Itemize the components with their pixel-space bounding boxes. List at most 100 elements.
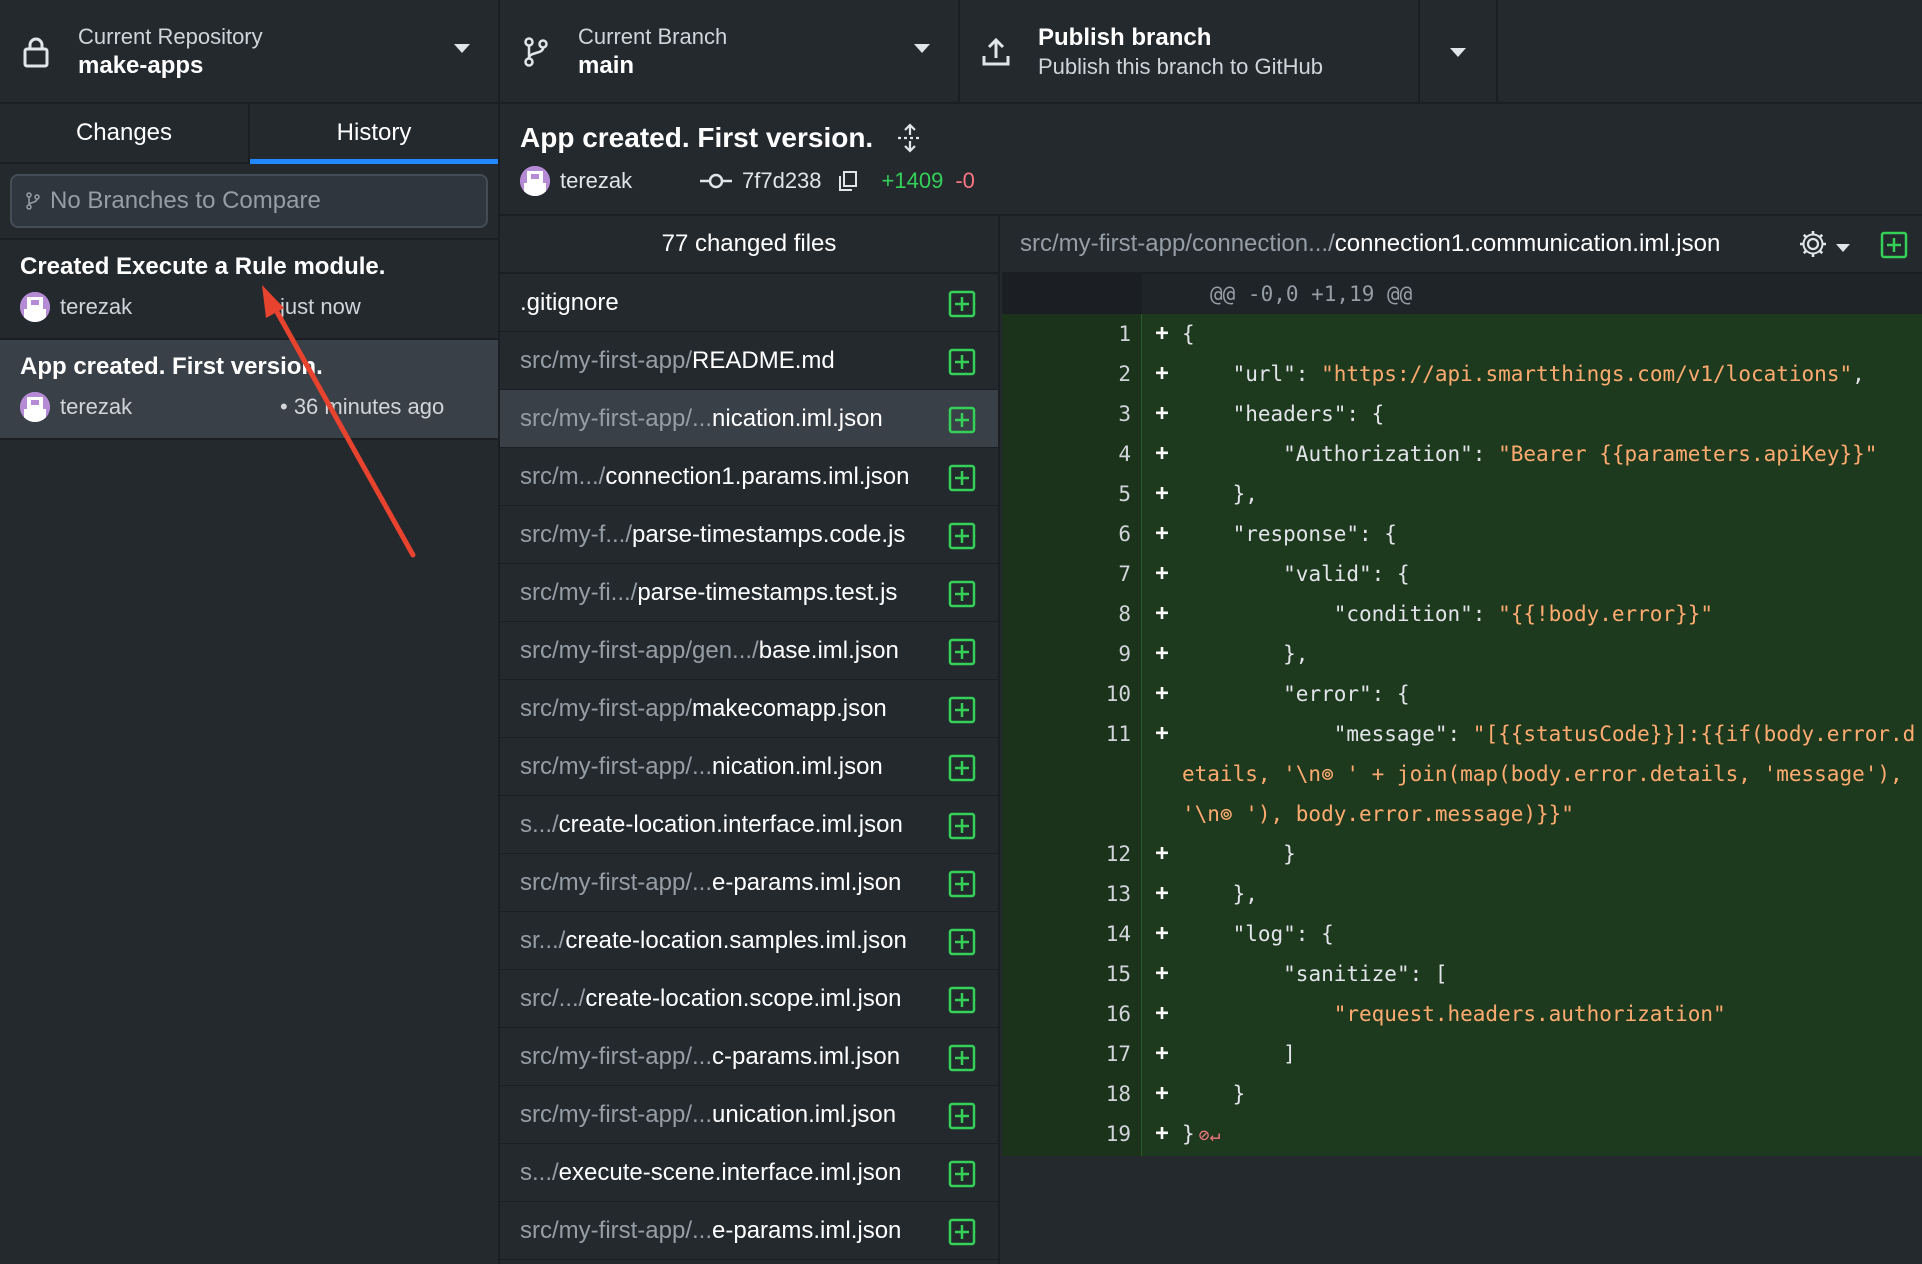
- file-added-icon: [948, 812, 976, 847]
- commit-list-item[interactable]: App created. First version. terezak • 36…: [0, 340, 498, 440]
- file-list-item[interactable]: src/my-first-app/... nication.iml.json: [500, 738, 998, 796]
- diff-line: 15 + "sanitize": [: [1002, 954, 1922, 994]
- file-name: create-location.samples.iml.json: [565, 926, 907, 954]
- file-name: create-location.interface.iml.json: [558, 810, 903, 838]
- current-branch-button[interactable]: Current Branch main: [500, 0, 960, 104]
- avatar: [20, 292, 50, 322]
- addition-marker: +: [1155, 521, 1169, 546]
- file-list-item[interactable]: src/my-first-app/... nication.iml.json: [500, 390, 998, 448]
- diff-viewer: src/my-first-app/connection.../ connecti…: [1002, 216, 1922, 1264]
- diff-path-dir: src/my-first-app/connection.../: [1020, 230, 1335, 257]
- addition-marker: +: [1155, 1041, 1169, 1066]
- lock-icon: [20, 36, 52, 68]
- line-number: 18: [1072, 1074, 1142, 1114]
- compare-branch-input[interactable]: No Branches to Compare: [10, 174, 488, 228]
- upload-icon: [980, 36, 1012, 68]
- commit-time: • 36 minutes ago: [280, 394, 445, 419]
- file-list-item[interactable]: src/my-first-app/... c-params.iml.json: [500, 1028, 998, 1086]
- file-list-item[interactable]: s.../execute-scene.interface.iml.json: [500, 1144, 998, 1202]
- chevron-down-icon: [1836, 243, 1850, 252]
- file-list-item[interactable]: src/my-first-app/... unication.iml.json: [500, 1086, 998, 1144]
- addition-marker: +: [1155, 961, 1169, 986]
- file-name: e-params.iml.json: [712, 1216, 902, 1244]
- tab-history[interactable]: History: [250, 104, 498, 164]
- file-name: execute-scene.interface.iml.json: [558, 1158, 902, 1186]
- file-added-icon: [948, 580, 976, 615]
- diff-line: 12 + }: [1002, 834, 1922, 874]
- file-directory: src/my-first-app/...: [520, 404, 713, 432]
- diff-line: 2 + "url": "https://api.smartthings.com/v…: [1002, 354, 1922, 394]
- publish-branch-button[interactable]: Publish branch Publish this branch to Gi…: [960, 0, 1420, 104]
- file-directory: src/my-first-app/: [520, 346, 693, 374]
- line-number: 4: [1072, 434, 1142, 474]
- file-name: .gitignore: [520, 288, 619, 316]
- file-directory: src/my-first-app/...: [520, 1100, 713, 1128]
- line-number: 15: [1072, 954, 1142, 994]
- file-list-item[interactable]: src/my-first-app/... e-params.iml.json: [500, 1202, 998, 1260]
- commit-icon: [700, 172, 732, 190]
- tab-changes[interactable]: Changes: [0, 104, 250, 162]
- addition-marker: +: [1155, 1001, 1169, 1026]
- commit-sha: 7f7d238: [742, 168, 822, 193]
- file-name: parse-timestamps.code.js: [631, 520, 906, 548]
- line-number: 5: [1072, 474, 1142, 514]
- file-list-item[interactable]: src/m.../connection1.params.iml.json: [500, 448, 998, 506]
- file-list-item[interactable]: src/my-first-app/makecomapp.json: [500, 680, 998, 738]
- file-directory: s.../: [520, 810, 559, 838]
- file-added-icon: [948, 986, 976, 1021]
- compare-branch-area: No Branches to Compare: [0, 164, 498, 240]
- current-repository-button[interactable]: Current Repository make-apps: [0, 0, 500, 104]
- code-text: }: [1182, 1082, 1246, 1106]
- file-list-item[interactable]: src/my-f.../parse-timestamps.code.js: [500, 506, 998, 564]
- diff-line: 1 + {: [1002, 314, 1922, 354]
- commit-author: terezak: [60, 294, 133, 319]
- publish-branch-label: Publish branch: [1038, 24, 1212, 51]
- diff-line: 6 + "response": {: [1002, 514, 1922, 554]
- addition-marker: +: [1155, 481, 1169, 506]
- file-list-item[interactable]: .gitignore: [500, 274, 998, 332]
- file-list-item[interactable]: s.../create-location.interface.iml.json: [500, 796, 998, 854]
- copy-icon[interactable]: [838, 170, 858, 192]
- file-list-item[interactable]: src/my-first-app/gen.../base.iml.json: [500, 622, 998, 680]
- addition-marker: +: [1155, 561, 1169, 586]
- file-added-icon: [948, 696, 976, 731]
- file-name: nication.iml.json: [712, 752, 883, 780]
- expand-icon[interactable]: [895, 123, 925, 153]
- file-name: parse-timestamps.test.js: [637, 578, 898, 606]
- diff-settings-button[interactable]: [1798, 229, 1850, 266]
- file-name: unication.iml.json: [712, 1100, 897, 1128]
- file-list-item[interactable]: src/.../create-location.scope.iml.json: [500, 970, 998, 1028]
- file-added-icon: [948, 928, 976, 963]
- code-text: "response": {: [1182, 522, 1397, 546]
- publish-dropdown-button[interactable]: [1420, 0, 1498, 104]
- line-number: 2: [1072, 354, 1142, 394]
- code-text: "headers": {: [1182, 402, 1385, 426]
- line-number: 11: [1072, 714, 1142, 834]
- file-name: base.iml.json: [758, 636, 899, 664]
- file-list-item[interactable]: src/my-first-app/... e-params.iml.json: [500, 854, 998, 912]
- addition-marker: +: [1155, 601, 1169, 626]
- commit-time: just now: [280, 294, 361, 319]
- lines-added: +1409: [881, 168, 944, 193]
- addition-marker: +: [1155, 681, 1169, 706]
- diff-lines: 1 + {2 + "url": "https://api.smartthings.co…: [1002, 314, 1922, 1156]
- file-directory: src/my-fi.../: [520, 578, 638, 606]
- sidebar: Changes History No Branches to Compare C…: [0, 104, 500, 1264]
- commit-author: terezak: [60, 394, 133, 419]
- diff-path-file: connection1.communication.iml.json: [1334, 230, 1721, 257]
- addition-marker: +: [1155, 361, 1169, 386]
- file-list-item[interactable]: sr.../create-location.samples.iml.json: [500, 912, 998, 970]
- branch-icon: [26, 192, 40, 210]
- file-list-item[interactable]: src/my-fi.../parse-timestamps.test.js: [500, 564, 998, 622]
- file-directory: s.../: [520, 1158, 559, 1186]
- code-text: "valid": {: [1182, 562, 1410, 586]
- file-added-icon: [948, 754, 976, 789]
- code-string: "https://api.smartthings.com/v1/location…: [1321, 362, 1853, 386]
- line-number: 13: [1072, 874, 1142, 914]
- no-newline-icon: ⊘↵: [1198, 1125, 1221, 1146]
- publish-branch-description: Publish this branch to GitHub: [1038, 54, 1323, 79]
- file-list-item[interactable]: src/my-first-app/README.md: [500, 332, 998, 390]
- file-added-icon: [948, 870, 976, 905]
- commit-list-item[interactable]: Created Execute a Rule module. terezak j…: [0, 240, 498, 340]
- code-text: }: [1182, 842, 1296, 866]
